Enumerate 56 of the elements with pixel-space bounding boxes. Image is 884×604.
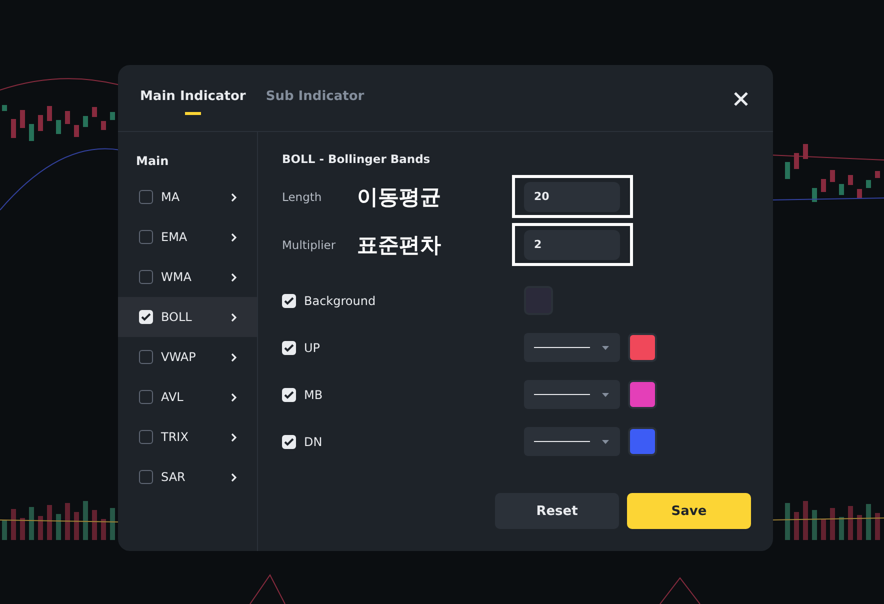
color-swatch[interactable] [628,380,657,409]
chevron-right-icon [231,392,237,402]
sidebar-item[interactable]: BOLL [118,297,257,337]
indicator-label: SAR [161,470,186,484]
chevron-right-icon [231,312,237,322]
checkbox[interactable] [139,390,153,404]
sidebar-item[interactable]: SAR [118,457,257,497]
chevron-right-icon [231,472,237,482]
annotation-text: 이동평균 [357,184,442,210]
indicator-label: EMA [161,230,188,244]
color-swatch[interactable] [628,427,657,456]
sidebar-item[interactable]: EMA [118,217,257,257]
sidebar-heading: Main [135,154,170,170]
option-label: Background [304,294,376,308]
checkbox[interactable] [139,230,153,244]
annotation-text: 표준편차 [357,232,442,258]
sidebar-item[interactable]: WMA [118,257,257,297]
panel-title: BOLL - Bollinger Bands [282,152,432,166]
color-swatch[interactable] [628,333,657,362]
input-field[interactable]: 20 [524,182,620,212]
line-style-dropdown[interactable] [524,380,620,409]
checkbox[interactable] [139,190,153,204]
chevron-right-icon [231,352,237,362]
option-label: MB [304,388,323,402]
indicator-label: VWAP [161,350,197,364]
save-button[interactable]: Save [627,493,751,529]
checkbox[interactable] [139,270,153,284]
caret-icon [602,346,609,350]
option-label: DN [304,434,322,448]
option-label: UP [304,340,320,354]
chevron-right-icon [231,192,237,202]
checkbox[interactable] [139,470,153,484]
indicator-label: AVL [161,390,184,404]
sidebar-item[interactable]: VWAP [118,337,257,377]
indicator-label: BOLL [161,310,193,324]
chevron-right-icon [231,272,237,282]
line-style-dropdown[interactable] [524,333,620,362]
tab[interactable]: Sub Indicator [266,65,364,131]
indicator-label: MA [161,190,181,204]
checkbox[interactable] [139,430,153,444]
chevron-right-icon [231,232,237,242]
caret-icon [602,440,609,444]
sidebar-item[interactable]: TRIX [118,417,257,457]
param-label: Length [282,190,323,204]
line-style-dropdown[interactable] [524,427,620,456]
indicator-label: TRIX [161,430,190,444]
chevron-right-icon [231,432,237,442]
sidebar-item[interactable]: AVL [118,377,257,417]
checkbox[interactable] [139,350,153,364]
caret-icon [602,392,609,396]
reset-button[interactable]: Reset [495,493,619,529]
param-label: Multiplier [282,238,337,252]
sidebar-item[interactable]: MA [118,177,257,217]
tab[interactable]: Main Indicator [140,65,246,131]
input-field[interactable]: 2 [524,230,620,260]
indicator-label: WMA [161,270,192,284]
